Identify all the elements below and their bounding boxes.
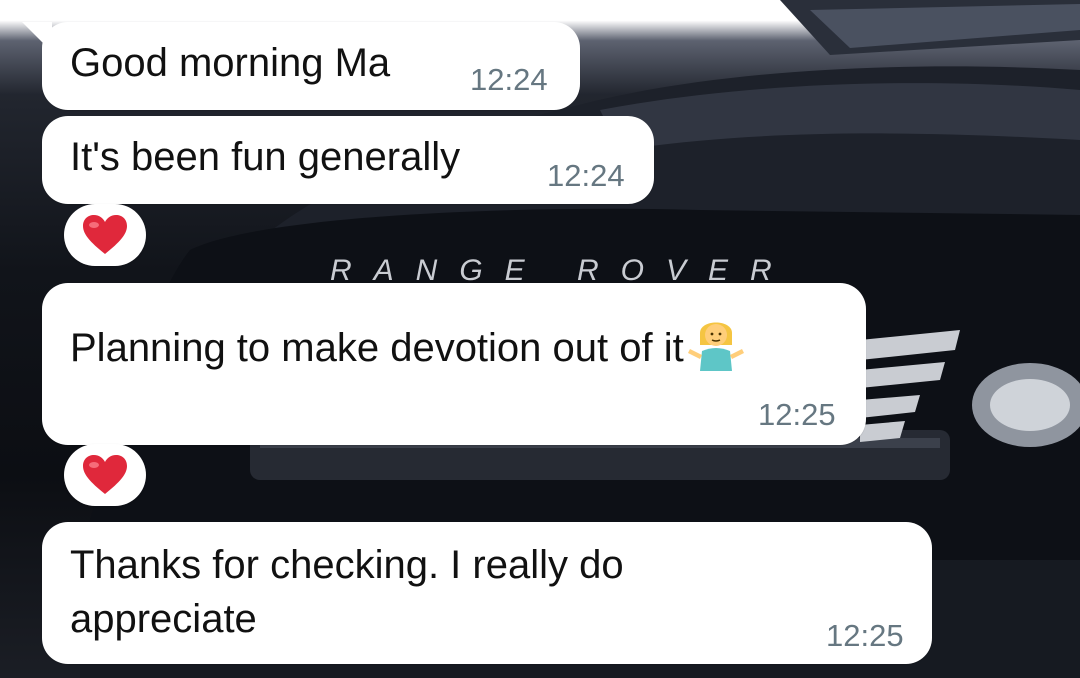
message-text: appreciate (70, 597, 257, 641)
heart-icon (83, 215, 127, 254)
message-timestamp: 12:24 (547, 158, 625, 193)
reaction-badge[interactable] (64, 204, 146, 266)
heart-icon (83, 455, 127, 494)
message-text: Planning to make devotion out of it (70, 326, 684, 370)
reaction-badge[interactable] (64, 444, 146, 506)
message-timestamp: 12:24 (470, 62, 548, 97)
message-bubble[interactable]: Planning to make devotion out of it 12:2… (42, 283, 866, 445)
message-text: It's been fun generally (70, 135, 461, 179)
message-text: Good morning Ma (70, 41, 391, 85)
message-bubble[interactable]: Good morning Ma 12:24 (22, 22, 580, 110)
bubble-tail-icon (22, 22, 52, 52)
person-shrugging-icon (687, 322, 744, 371)
message-bubble[interactable]: Thanks for checking. I really do appreci… (42, 522, 932, 664)
message-bubble[interactable]: It's been fun generally 12:24 (42, 116, 654, 204)
message-timestamp: 12:25 (758, 397, 836, 432)
message-text-row: Planning to make devotion out of it (70, 311, 746, 376)
message-text: Thanks for checking. I really do (70, 543, 624, 587)
message-timestamp: 12:25 (826, 618, 904, 653)
